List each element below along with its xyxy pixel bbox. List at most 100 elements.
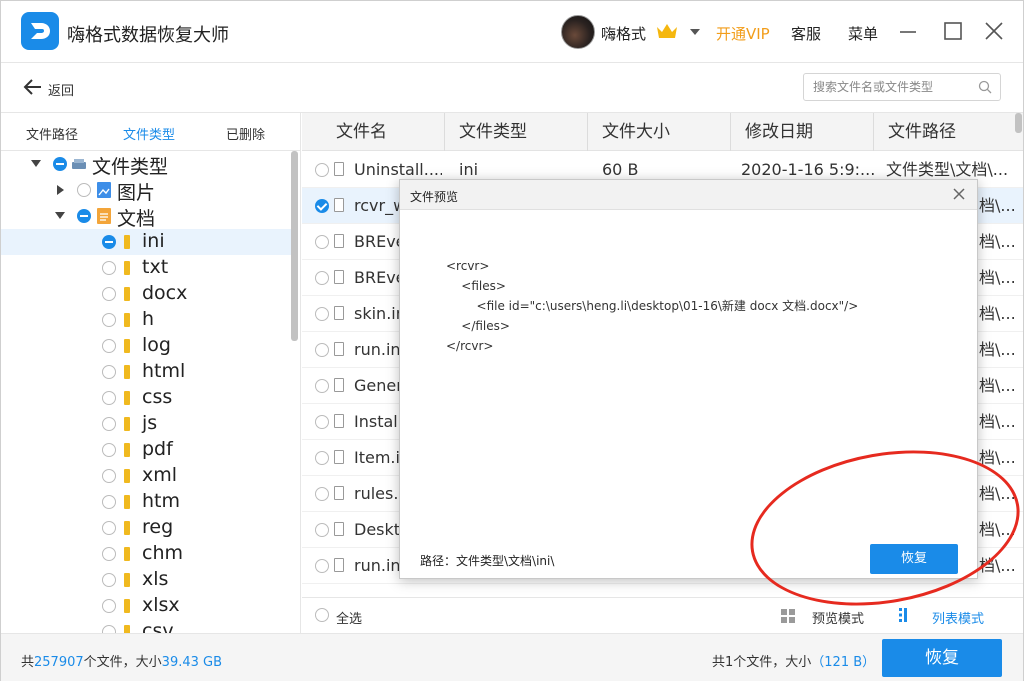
grid-view-icon[interactable] [780, 608, 796, 624]
select-radio[interactable] [315, 451, 329, 465]
folder-icon [124, 261, 130, 275]
folder-icon [124, 313, 130, 327]
tree-root[interactable]: 文件类型 [1, 151, 291, 178]
select-radio[interactable] [102, 521, 116, 535]
search-input[interactable]: 搜索文件名或文件类型 [803, 73, 1001, 101]
partial-select-icon[interactable] [102, 235, 116, 249]
column-header-size[interactable]: 文件大小 [588, 113, 731, 151]
select-radio[interactable] [315, 415, 329, 429]
select-radio[interactable] [315, 235, 329, 249]
tree-item-h[interactable]: h [1, 307, 291, 333]
status-bar: 共257907个文件，大小39.43 GB 共1个文件，大小（121 B） 恢复 [1, 633, 1023, 681]
expand-icon[interactable] [57, 185, 64, 195]
column-header-date[interactable]: 修改日期 [731, 113, 874, 151]
tree-item-htm[interactable]: htm [1, 489, 291, 515]
search-icon[interactable] [978, 80, 992, 94]
tree-item-pictures[interactable]: 图片 [1, 177, 291, 204]
tree-item-label: 图片 [117, 182, 156, 204]
avatar[interactable] [561, 15, 595, 49]
sidebar-scrollbar[interactable] [291, 151, 298, 341]
folder-icon [124, 287, 130, 301]
file-icon [334, 558, 344, 572]
select-radio[interactable] [102, 547, 116, 561]
select-radio[interactable] [102, 469, 116, 483]
select-radio[interactable] [102, 339, 116, 353]
tree-item-css[interactable]: css [1, 385, 291, 411]
chevron-down-icon[interactable] [690, 29, 700, 35]
folder-icon [124, 339, 130, 353]
tab-file-path[interactable]: 文件路径 [26, 124, 78, 143]
table-scrollbar[interactable] [1015, 113, 1022, 133]
tree-item-docx[interactable]: docx [1, 281, 291, 307]
select-radio[interactable] [315, 343, 329, 357]
partial-select-icon[interactable] [53, 157, 67, 171]
recover-button[interactable]: 恢复 [882, 639, 1002, 677]
partial-select-icon[interactable] [77, 209, 91, 223]
back-button[interactable]: 返回 [48, 80, 74, 99]
tree-item-ini[interactable]: ini [1, 229, 291, 255]
preview-line: <files> [446, 279, 506, 293]
username[interactable]: 嗨格式 [601, 23, 646, 44]
select-radio[interactable] [102, 443, 116, 457]
checked-icon[interactable] [315, 199, 329, 213]
file-icon [334, 378, 344, 392]
select-radio[interactable] [315, 559, 329, 573]
minimize-icon[interactable] [896, 19, 920, 43]
column-header-name[interactable]: 文件名 [302, 113, 445, 151]
select-radio[interactable] [102, 365, 116, 379]
tree-item-js[interactable]: js [1, 411, 291, 437]
select-radio[interactable] [77, 183, 91, 197]
collapse-icon[interactable] [31, 160, 41, 167]
list-mode-button[interactable]: 列表模式 [932, 608, 984, 627]
tree-item-xls[interactable]: xls [1, 567, 291, 593]
tree-item-label: reg [142, 516, 174, 538]
select-radio[interactable] [102, 417, 116, 431]
crown-icon [657, 24, 677, 38]
select-radio[interactable] [315, 379, 329, 393]
column-header-type[interactable]: 文件类型 [445, 113, 588, 151]
tree-item-pdf[interactable]: pdf [1, 437, 291, 463]
select-radio[interactable] [102, 625, 116, 633]
customer-service-link[interactable]: 客服 [791, 23, 821, 44]
tab-deleted[interactable]: 已删除 [226, 124, 265, 143]
tab-file-type[interactable]: 文件类型 [123, 124, 175, 143]
tree-item-csv[interactable]: csv [1, 619, 291, 633]
arrow-left-icon[interactable] [23, 78, 43, 96]
list-view-icon[interactable] [898, 607, 914, 623]
select-radio[interactable] [102, 261, 116, 275]
menu-button[interactable]: 菜单 [848, 23, 878, 44]
toolbar: 返回 搜索文件名或文件类型 [1, 63, 1023, 113]
select-radio[interactable] [315, 487, 329, 501]
tree-item-label: htm [142, 490, 180, 512]
select-radio[interactable] [102, 287, 116, 301]
vip-link[interactable]: 开通VIP [716, 23, 770, 44]
select-radio[interactable] [102, 391, 116, 405]
tree-item-label: docx [142, 282, 188, 304]
sidebar: 文件路径 文件类型 已删除 文件类型 图片 文档 ini txt docx h … [1, 113, 301, 633]
preview-mode-button[interactable]: 预览模式 [812, 608, 864, 627]
tree-item-log[interactable]: log [1, 333, 291, 359]
select-all-label[interactable]: 全选 [336, 608, 362, 627]
maximize-icon[interactable] [941, 19, 965, 43]
select-radio[interactable] [102, 573, 116, 587]
tree-item-xlsx[interactable]: xlsx [1, 593, 291, 619]
select-radio[interactable] [315, 307, 329, 321]
select-radio[interactable] [102, 313, 116, 327]
close-icon[interactable] [952, 187, 966, 201]
tree-item-html[interactable]: html [1, 359, 291, 385]
close-icon[interactable] [982, 19, 1006, 43]
select-radio[interactable] [315, 523, 329, 537]
select-radio[interactable] [102, 599, 116, 613]
tree-item-txt[interactable]: txt [1, 255, 291, 281]
preview-line: </rcvr> [446, 339, 494, 353]
select-radio[interactable] [315, 163, 329, 177]
tree-item-documents[interactable]: 文档 [1, 203, 291, 230]
tree-item-xml[interactable]: xml [1, 463, 291, 489]
column-header-path[interactable]: 文件路径 [874, 113, 1023, 151]
select-radio[interactable] [315, 271, 329, 285]
collapse-icon[interactable] [55, 212, 65, 219]
tree-item-reg[interactable]: reg [1, 515, 291, 541]
tree-item-chm[interactable]: chm [1, 541, 291, 567]
select-all-radio[interactable] [315, 608, 329, 622]
select-radio[interactable] [102, 495, 116, 509]
